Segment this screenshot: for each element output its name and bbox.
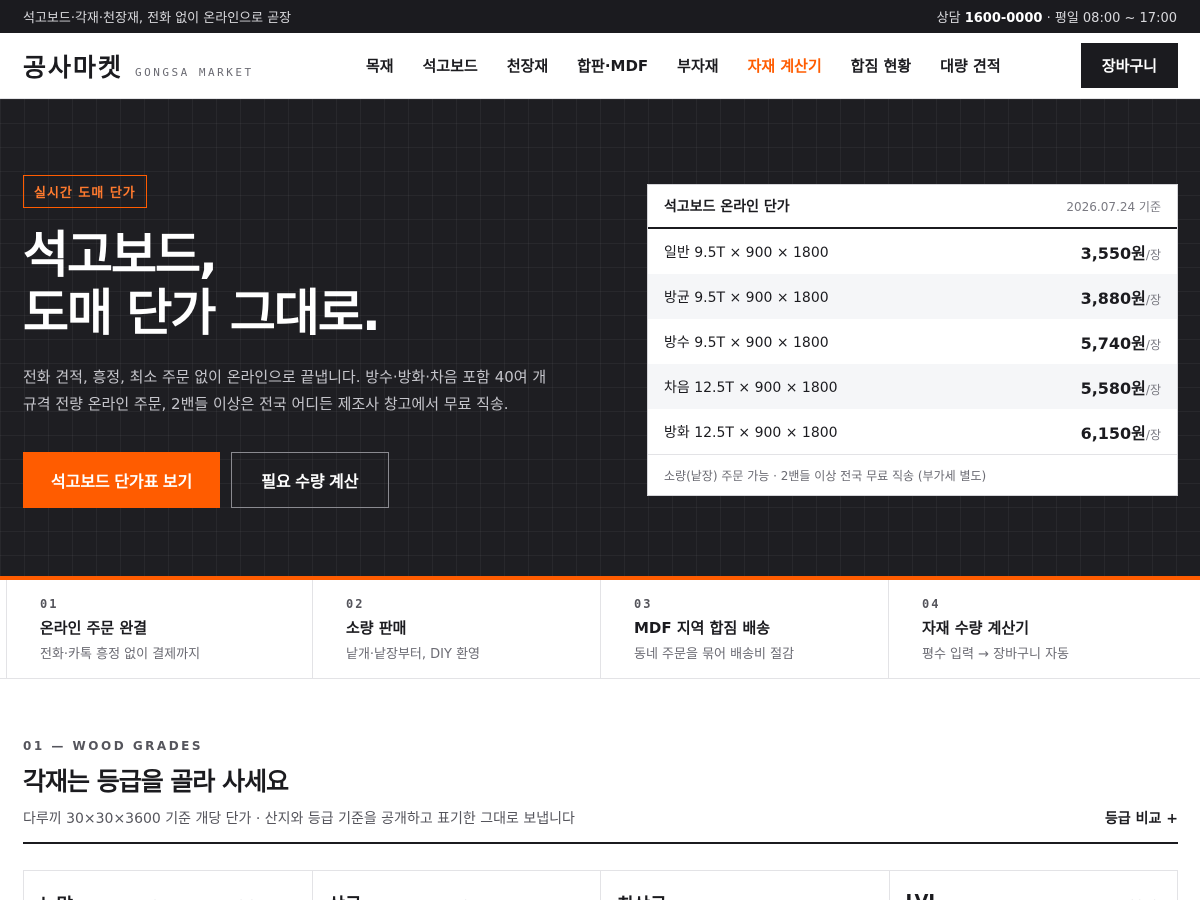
grade-name: 상급 <box>329 891 362 900</box>
price-unit: /장 <box>1145 427 1161 442</box>
price-row[interactable]: 방수 9.5T × 900 × 1800 5,740원/장 <box>648 319 1177 364</box>
grade-origin: 유럽산 소송 <box>813 891 872 900</box>
main-nav: 목재 석고보드 천장재 합판·MDF 부자재 자재 계산기 합짐 현황 대량 견… <box>353 55 1081 76</box>
nav-item-ceiling[interactable]: 천장재 <box>507 55 548 76</box>
price-card-header: 석고보드 온라인 단가 2026.07.24 기준 <box>648 185 1177 229</box>
grade-card[interactable]: 최상급 유럽산 소송 <box>601 871 890 900</box>
section-subheader: 다루끼 30×30×3600 기준 개당 단가 · 산지와 등급 기준을 공개하… <box>23 808 1178 844</box>
price-spec: 방화 12.5T × 900 × 1800 <box>664 424 838 441</box>
grade-origin: LVL(단판적층재) <box>1076 891 1161 900</box>
wood-grades-section: 01 — WOOD GRADES 각재는 등급을 골라 사세요 다루끼 30×3… <box>0 679 1200 900</box>
section-eyebrow: 01 — WOOD GRADES <box>23 739 204 753</box>
nav-item-accessories[interactable]: 부자재 <box>677 55 718 76</box>
hero-actions: 석고보드 단가표 보기 필요 수량 계산 <box>23 452 563 508</box>
price-row[interactable]: 방화 12.5T × 900 × 1800 6,150원/장 <box>648 409 1177 454</box>
price-card-title: 석고보드 온라인 단가 <box>664 199 790 215</box>
hero-description: 전화 견적, 흥정, 최소 주문 없이 온라인으로 끝냅니다. 방수·방화·차음… <box>23 368 547 413</box>
hero-section: 실시간 도매 단가 석고보드, 도매 단가 그대로. 전화 견적, 흥정, 최소… <box>0 99 1200 580</box>
grade-name: LVL <box>906 891 940 900</box>
price-card-footer: 소량(낱장) 주문 가능 · 2밴들 이상 전국 무료 직송 (부가세 별도) <box>648 454 1177 495</box>
price-unit: /장 <box>1145 292 1161 307</box>
grade-card[interactable]: 상급 러시아산 소송(동북 연선) <box>313 871 601 900</box>
grade-card[interactable]: LVL LVL(단판적층재) <box>890 871 1178 900</box>
feature-strip: 01 온라인 주문 완결 전화·카톡 흥정 없이 결제까지 02 소량 판매 낱… <box>0 580 1200 679</box>
grade-cards: 노말 러시아산 소송(시베리아 동부) 상급 러시아산 소송(동북 연선) 최상… <box>23 870 1178 900</box>
price-spec: 일반 9.5T × 900 × 1800 <box>664 244 829 261</box>
top-bar-tagline: 석고보드·각재·천장재, 전화 없이 온라인으로 곧장 <box>23 11 292 26</box>
view-price-table-button[interactable]: 석고보드 단가표 보기 <box>23 452 221 508</box>
nav-item-lumber[interactable]: 목재 <box>366 55 394 76</box>
feature-title: 소량 판매 <box>346 619 407 637</box>
price-card-date: 2026.07.24 기준 <box>1066 199 1161 214</box>
feature-title: 자재 수량 계산기 <box>922 619 1030 637</box>
nav-item-bulk-quote[interactable]: 대량 견적 <box>940 55 1000 76</box>
feature-item: 02 소량 판매 낱개·낱장부터, DIY 환영 <box>312 580 600 678</box>
price-row[interactable]: 일반 9.5T × 900 × 1800 3,550원/장 <box>648 229 1177 274</box>
price-amount: 3,880원 <box>1080 288 1146 308</box>
nav-item-plywood-mdf[interactable]: 합판·MDF <box>577 55 648 76</box>
grade-name: 노말 <box>40 891 73 900</box>
contact-info: 상담 1600-0000 · 평일 08:00 ~ 17:00 <box>937 7 1177 26</box>
business-hours: · 평일 08:00 ~ 17:00 <box>1046 11 1177 26</box>
hero-title-line1: 석고보드, <box>23 226 218 284</box>
grade-compare-link[interactable]: 등급 비교 + <box>1105 808 1178 828</box>
nav-item-shared-shipping[interactable]: 합짐 현황 <box>851 55 911 76</box>
site-header: 공사마켓 GONGSA MARKET 목재 석고보드 천장재 합판·MDF 부자… <box>0 33 1200 99</box>
section-subtitle: 다루끼 30×30×3600 기준 개당 단가 · 산지와 등급 기준을 공개하… <box>23 811 575 827</box>
grade-card[interactable]: 노말 러시아산 소송(시베리아 동부) <box>24 871 313 900</box>
phone-number[interactable]: 1600-0000 <box>965 11 1043 26</box>
price-card: 석고보드 온라인 단가 2026.07.24 기준 일반 9.5T × 900 … <box>647 184 1178 496</box>
nav-item-calculator[interactable]: 자재 계산기 <box>748 55 822 76</box>
feature-number: 03 <box>634 597 653 611</box>
price-unit: /장 <box>1145 247 1161 262</box>
hero-badge: 실시간 도매 단가 <box>23 175 147 208</box>
feature-item: 04 자재 수량 계산기 평수 입력 → 장바구니 자동 <box>888 580 1200 678</box>
logo-korean: 공사마켓 <box>23 52 124 82</box>
price-spec: 방균 9.5T × 900 × 1800 <box>664 289 829 306</box>
grade-origin: 러시아산 소송(시베리아 동부) <box>146 891 295 900</box>
feature-desc: 전화·카톡 흥정 없이 결제까지 <box>40 647 201 662</box>
feature-item: 03 MDF 지역 합짐 배송 동네 주문을 묶어 배송비 절감 <box>600 580 888 678</box>
contact-label: 상담 <box>936 11 961 26</box>
feature-desc: 평수 입력 → 장바구니 자동 <box>922 647 1070 662</box>
price-amount: 5,740원 <box>1080 333 1146 353</box>
logo-english: GONGSA MARKET <box>135 65 254 79</box>
price-amount: 3,550원 <box>1080 243 1146 263</box>
section-title: 각재는 등급을 골라 사세요 <box>23 767 289 796</box>
feature-number: 04 <box>922 597 941 611</box>
feature-title: MDF 지역 합짐 배송 <box>634 619 771 637</box>
calculate-quantity-button[interactable]: 필요 수량 계산 <box>231 452 389 508</box>
logo[interactable]: 공사마켓 GONGSA MARKET <box>23 48 353 84</box>
hero-title-line2: 도매 단가 그대로. <box>23 284 381 342</box>
nav-item-gypsum-board[interactable]: 석고보드 <box>423 55 478 76</box>
grade-origin: 러시아산 소송(동북 연선) <box>457 891 584 900</box>
price-spec: 차음 12.5T × 900 × 1800 <box>664 379 838 396</box>
feature-item: 01 온라인 주문 완결 전화·카톡 흥정 없이 결제까지 <box>6 580 312 678</box>
price-unit: /장 <box>1145 337 1161 352</box>
top-info-bar: 석고보드·각재·천장재, 전화 없이 온라인으로 곧장 상담 1600-0000… <box>0 0 1200 33</box>
feature-desc: 낱개·낱장부터, DIY 환영 <box>346 647 480 662</box>
feature-desc: 동네 주문을 묶어 배송비 절감 <box>634 647 795 662</box>
price-row[interactable]: 차음 12.5T × 900 × 1800 5,580원/장 <box>648 364 1177 409</box>
feature-number: 02 <box>346 597 365 611</box>
feature-title: 온라인 주문 완결 <box>40 619 148 637</box>
price-amount: 6,150원 <box>1080 423 1146 443</box>
price-row[interactable]: 방균 9.5T × 900 × 1800 3,880원/장 <box>648 274 1177 319</box>
hero-content: 실시간 도매 단가 석고보드, 도매 단가 그대로. 전화 견적, 흥정, 최소… <box>23 175 563 508</box>
price-amount: 5,580원 <box>1080 378 1146 398</box>
cart-button[interactable]: 장바구니 <box>1081 43 1178 88</box>
price-unit: /장 <box>1145 382 1161 397</box>
hero-title: 석고보드, 도매 단가 그대로. <box>23 226 563 342</box>
price-spec: 방수 9.5T × 900 × 1800 <box>664 334 829 351</box>
feature-number: 01 <box>40 597 59 611</box>
grade-name: 최상급 <box>617 891 667 900</box>
